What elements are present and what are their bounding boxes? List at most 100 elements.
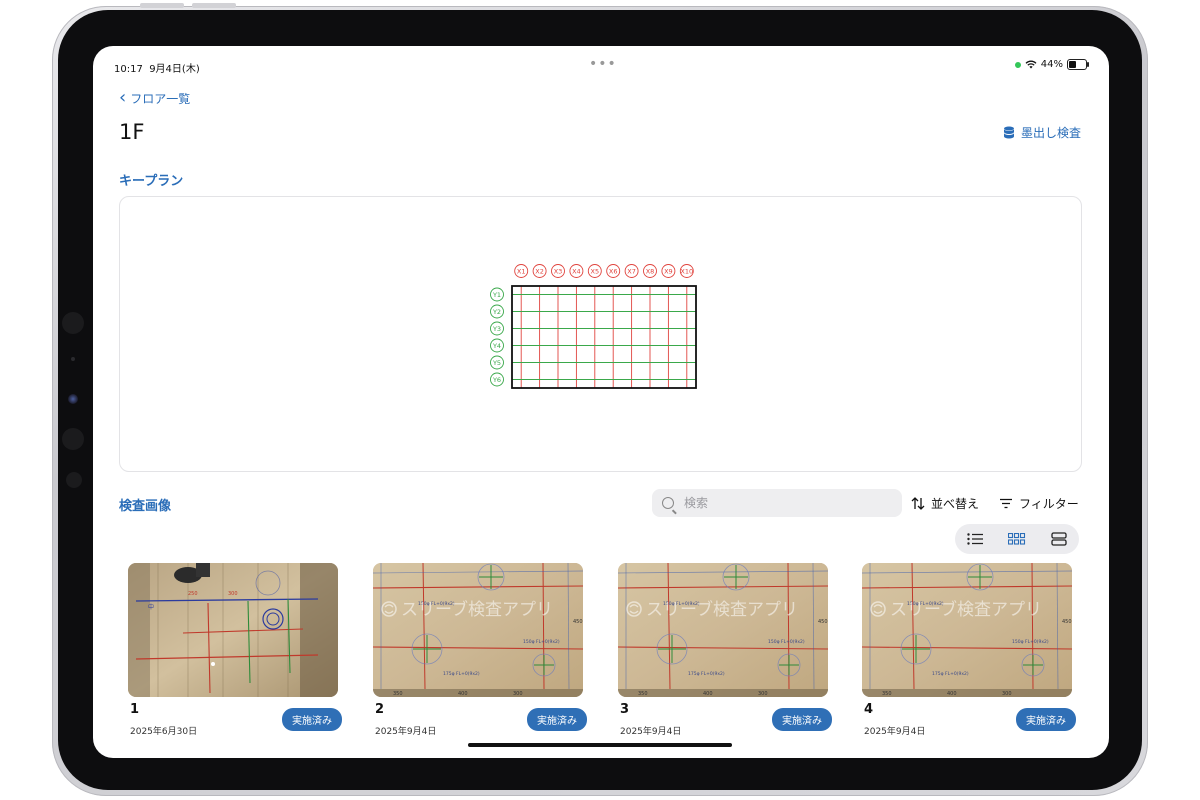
svg-text:300: 300 [228, 591, 238, 597]
status-badge[interactable]: 実施済み [282, 708, 342, 731]
inspect-button-label: 墨出し検査 [1020, 126, 1081, 140]
svg-text:450: 450 [573, 619, 583, 625]
inspection-photo: 150φ FL+0(9x2) 150φ FL+0(9x2) 175φ FL+0(… [373, 563, 583, 697]
filter-button[interactable]: フィルター [999, 495, 1079, 512]
filter-icon [1000, 498, 1012, 509]
status-badge[interactable]: 実施済み [1016, 708, 1076, 731]
svg-text:150φ FL+0(9x2): 150φ FL+0(9x2) [523, 639, 560, 645]
status-time-text: 10:17 [114, 64, 143, 75]
sensor [71, 357, 75, 361]
multitask-dots-icon[interactable]: ••• [589, 56, 617, 72]
image-card[interactable]: 150φ FL+0(9x2) 150φ FL+0(9x2) 175φ FL+0(… [862, 563, 1076, 737]
axis-label-x: X8 [646, 268, 655, 276]
battery-icon [1067, 59, 1089, 70]
search-field[interactable] [652, 489, 902, 517]
filter-label: フィルター [1019, 497, 1079, 511]
axis-label-x: X6 [609, 268, 618, 276]
axis-label-y: Y5 [492, 359, 501, 367]
sensor [66, 472, 82, 488]
axis-label-y: Y3 [492, 325, 501, 333]
axis-label-y: Y6 [492, 376, 501, 384]
back-button[interactable]: ‹ フロア一覧 [119, 86, 191, 108]
status-badge[interactable]: 実施済み [772, 708, 832, 731]
svg-text:450: 450 [1062, 619, 1072, 625]
view-mode-segmented-control[interactable] [955, 524, 1079, 554]
thumbnail-photo[interactable]: 中 250 300 [128, 563, 338, 697]
axis-label-y: Y4 [492, 342, 501, 350]
list-icon[interactable] [967, 533, 984, 545]
card-date: 2025年9月4日 [620, 727, 682, 737]
svg-text:350: 350 [882, 691, 892, 697]
front-camera [68, 394, 78, 404]
svg-text:175φ FL+0(9x2): 175φ FL+0(9x2) [443, 671, 480, 677]
home-indicator[interactable] [468, 743, 732, 747]
svg-text:300: 300 [1002, 691, 1012, 697]
card-date: 2025年9月4日 [375, 727, 437, 737]
top-button [140, 3, 184, 8]
svg-text:150φ FL+0(9x2): 150φ FL+0(9x2) [768, 639, 805, 645]
database-icon [1003, 126, 1014, 139]
axis-label-x: X7 [627, 268, 636, 276]
keyplan-heading: キープラン [119, 174, 184, 189]
wifi-icon [1025, 60, 1037, 69]
svg-text:450: 450 [818, 619, 828, 625]
page-title: 1F [119, 120, 145, 144]
svg-text:350: 350 [393, 691, 403, 697]
sort-button[interactable]: 並べ替え [911, 495, 979, 512]
axis-label-y: Y1 [492, 291, 501, 299]
battery-text: 44% [1040, 59, 1063, 70]
inspect-button[interactable]: 墨出し検査 [1003, 124, 1081, 141]
chevron-left-icon: ‹ [119, 86, 127, 108]
svg-text:スリーブ検査アプリ: スリーブ検査アプリ [890, 599, 1042, 620]
status-date-text: 9月4日(木) [149, 64, 200, 75]
search-input[interactable] [682, 495, 886, 511]
card-date: 2025年6月30日 [130, 727, 198, 737]
top-button [192, 3, 236, 8]
keyplan-diagram[interactable]: X1 X2 X3 X4 X5 X6 X7 X8 X9 X10 Y1 Y2 Y3 Y4 Y5 Y6 [120, 197, 1081, 471]
grid-icon[interactable] [1007, 533, 1026, 545]
thumbnail-photo[interactable]: 150φ FL+0(9x2) 150φ FL+0(9x2) 175φ FL+0(… [862, 563, 1072, 697]
axis-label-y: Y2 [492, 308, 501, 316]
back-label: フロア一覧 [130, 92, 191, 106]
sensor [62, 428, 84, 450]
svg-text:300: 300 [513, 691, 523, 697]
axis-label-x: X1 [517, 268, 526, 276]
image-card[interactable]: 中 250 300 1 2025年6月30日 実施済み [128, 563, 342, 737]
axis-label-x: X2 [535, 268, 544, 276]
svg-text:400: 400 [947, 691, 957, 697]
svg-text:スリーブ検査アプリ: スリーブ検査アプリ [401, 599, 553, 620]
image-card[interactable]: 150φ FL+0(9x2) 150φ FL+0(9x2) 175φ FL+0(… [373, 563, 587, 737]
axis-label-x: X4 [572, 268, 581, 276]
card-number: 1 [130, 702, 140, 717]
svg-text:300: 300 [758, 691, 768, 697]
card-number: 2 [375, 702, 385, 717]
card-date: 2025年9月4日 [864, 727, 926, 737]
axis-label-x: X3 [554, 268, 563, 276]
inspection-photo: 150φ FL+0(9x2) 150φ FL+0(9x2) 175φ FL+0(… [618, 563, 828, 697]
thumbnail-photo[interactable]: 150φ FL+0(9x2) 150φ FL+0(9x2) 175φ FL+0(… [618, 563, 828, 697]
inspection-photo: 150φ FL+0(9x2) 150φ FL+0(9x2) 175φ FL+0(… [862, 563, 1072, 697]
svg-text:スリーブ検査アプリ: スリーブ検査アプリ [646, 599, 798, 620]
svg-text:350: 350 [638, 691, 648, 697]
axis-label-x: X9 [664, 268, 673, 276]
svg-text:400: 400 [458, 691, 468, 697]
sort-arrows-icon [911, 497, 925, 510]
svg-text:175φ FL+0(9x2): 175φ FL+0(9x2) [688, 671, 725, 677]
svg-text:400: 400 [703, 691, 713, 697]
search-icon [662, 497, 674, 509]
svg-text:175φ FL+0(9x2): 175φ FL+0(9x2) [932, 671, 969, 677]
card-number: 4 [864, 702, 874, 717]
sensor [62, 312, 84, 334]
svg-text:250: 250 [188, 591, 198, 597]
svg-text:中: 中 [148, 603, 154, 611]
axis-label-x: X10 [680, 268, 693, 276]
axis-label-x: X5 [591, 268, 600, 276]
status-indicators: 44% [1014, 59, 1089, 70]
camera-in-use-icon [1014, 61, 1021, 68]
image-card[interactable]: 150φ FL+0(9x2) 150φ FL+0(9x2) 175φ FL+0(… [618, 563, 832, 737]
status-badge[interactable]: 実施済み [527, 708, 587, 731]
thumbnail-photo[interactable]: 150φ FL+0(9x2) 150φ FL+0(9x2) 175φ FL+0(… [373, 563, 583, 697]
sort-label: 並べ替え [931, 497, 980, 511]
rows-icon[interactable] [1050, 532, 1067, 546]
svg-text:150φ FL+0(9x2): 150φ FL+0(9x2) [1012, 639, 1049, 645]
